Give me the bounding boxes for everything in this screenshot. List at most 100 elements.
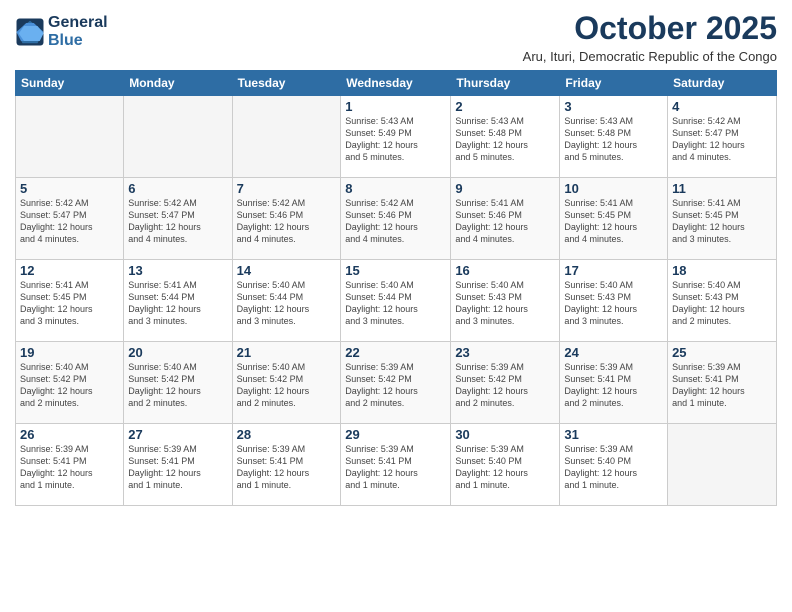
day-info: Sunrise: 5:39 AM Sunset: 5:41 PM Dayligh… (128, 443, 227, 492)
calendar-cell: 3Sunrise: 5:43 AM Sunset: 5:48 PM Daylig… (560, 96, 668, 178)
day-info: Sunrise: 5:42 AM Sunset: 5:47 PM Dayligh… (20, 197, 119, 246)
day-info: Sunrise: 5:42 AM Sunset: 5:47 PM Dayligh… (672, 115, 772, 164)
day-number: 15 (345, 263, 446, 278)
day-number: 18 (672, 263, 772, 278)
calendar-week-row: 12Sunrise: 5:41 AM Sunset: 5:45 PM Dayli… (16, 260, 777, 342)
calendar-cell: 4Sunrise: 5:42 AM Sunset: 5:47 PM Daylig… (668, 96, 777, 178)
day-info: Sunrise: 5:41 AM Sunset: 5:45 PM Dayligh… (564, 197, 663, 246)
calendar-cell: 21Sunrise: 5:40 AM Sunset: 5:42 PM Dayli… (232, 342, 341, 424)
day-number: 28 (237, 427, 337, 442)
day-info: Sunrise: 5:39 AM Sunset: 5:41 PM Dayligh… (672, 361, 772, 410)
calendar-cell: 26Sunrise: 5:39 AM Sunset: 5:41 PM Dayli… (16, 424, 124, 506)
calendar-cell: 25Sunrise: 5:39 AM Sunset: 5:41 PM Dayli… (668, 342, 777, 424)
calendar-cell: 13Sunrise: 5:41 AM Sunset: 5:44 PM Dayli… (124, 260, 232, 342)
weekday-header-sunday: Sunday (16, 71, 124, 96)
logo: General Blue (15, 14, 108, 49)
day-number: 8 (345, 181, 446, 196)
day-number: 19 (20, 345, 119, 360)
day-number: 31 (564, 427, 663, 442)
day-info: Sunrise: 5:40 AM Sunset: 5:43 PM Dayligh… (672, 279, 772, 328)
day-number: 10 (564, 181, 663, 196)
day-number: 5 (20, 181, 119, 196)
day-info: Sunrise: 5:43 AM Sunset: 5:48 PM Dayligh… (564, 115, 663, 164)
day-info: Sunrise: 5:39 AM Sunset: 5:41 PM Dayligh… (345, 443, 446, 492)
calendar-cell (668, 424, 777, 506)
weekday-header-wednesday: Wednesday (341, 71, 451, 96)
day-number: 12 (20, 263, 119, 278)
calendar-cell: 27Sunrise: 5:39 AM Sunset: 5:41 PM Dayli… (124, 424, 232, 506)
calendar-week-row: 5Sunrise: 5:42 AM Sunset: 5:47 PM Daylig… (16, 178, 777, 260)
calendar-cell: 23Sunrise: 5:39 AM Sunset: 5:42 PM Dayli… (451, 342, 560, 424)
calendar-week-row: 19 Sunrise: 5:40 AM Sunset: 5:42 PM Dayli… (16, 342, 777, 424)
day-info: Sunrise: 5:43 AM Sunset: 5:49 PM Dayligh… (345, 115, 446, 164)
calendar-cell: 1Sunrise: 5:43 AM Sunset: 5:49 PM Daylig… (341, 96, 451, 178)
calendar-cell: 8Sunrise: 5:42 AM Sunset: 5:46 PM Daylig… (341, 178, 451, 260)
day-info: Sunrise: 5:39 AM Sunset: 5:40 PM Dayligh… (455, 443, 555, 492)
calendar-cell: 15Sunrise: 5:40 AM Sunset: 5:44 PM Dayli… (341, 260, 451, 342)
day-number: 30 (455, 427, 555, 442)
weekday-header-row: SundayMondayTuesdayWednesdayThursdayFrid… (16, 71, 777, 96)
day-number: 23 (455, 345, 555, 360)
day-info: Sunrise: 5:39 AM Sunset: 5:41 PM Dayligh… (564, 361, 663, 410)
title-block: October 2025 Aru, Ituri, Democratic Repu… (523, 10, 777, 64)
day-info: Sunrise: 5:39 AM Sunset: 5:40 PM Dayligh… (564, 443, 663, 492)
calendar-cell: 19Sunrise: 5:40 AM Sunset: 5:42 PM Dayli… (16, 342, 124, 424)
day-number: 21 (237, 345, 337, 360)
weekday-header-tuesday: Tuesday (232, 71, 341, 96)
calendar-cell: 11Sunrise: 5:41 AM Sunset: 5:45 PM Dayli… (668, 178, 777, 260)
weekday-header-thursday: Thursday (451, 71, 560, 96)
calendar-cell: 7Sunrise: 5:42 AM Sunset: 5:46 PM Daylig… (232, 178, 341, 260)
day-info: Sunrise: 5:42 AM Sunset: 5:47 PM Dayligh… (128, 197, 227, 246)
calendar-cell: 30Sunrise: 5:39 AM Sunset: 5:40 PM Dayli… (451, 424, 560, 506)
day-info: Sunrise: 5:39 AM Sunset: 5:41 PM Dayligh… (20, 443, 119, 492)
day-number: 24 (564, 345, 663, 360)
calendar-cell: 12Sunrise: 5:41 AM Sunset: 5:45 PM Dayli… (16, 260, 124, 342)
day-number: 9 (455, 181, 555, 196)
day-number: 7 (237, 181, 337, 196)
day-info: Sunrise: 5:41 AM Sunset: 5:45 PM Dayligh… (20, 279, 119, 328)
logo-icon (15, 17, 45, 47)
calendar-cell: 31Sunrise: 5:39 AM Sunset: 5:40 PM Dayli… (560, 424, 668, 506)
calendar-week-row: 1Sunrise: 5:43 AM Sunset: 5:49 PM Daylig… (16, 96, 777, 178)
day-number: 2 (455, 99, 555, 114)
day-number: 1 (345, 99, 446, 114)
day-number: 17 (564, 263, 663, 278)
calendar-cell: 9Sunrise: 5:41 AM Sunset: 5:46 PM Daylig… (451, 178, 560, 260)
day-info: Sunrise: 5:39 AM Sunset: 5:41 PM Dayligh… (237, 443, 337, 492)
day-info: Sunrise: 5:41 AM Sunset: 5:44 PM Dayligh… (128, 279, 227, 328)
day-number: 13 (128, 263, 227, 278)
day-info: Sunrise: 5:39 AM Sunset: 5:42 PM Dayligh… (345, 361, 446, 410)
weekday-header-monday: Monday (124, 71, 232, 96)
day-info: Sunrise: 5:43 AM Sunset: 5:48 PM Dayligh… (455, 115, 555, 164)
day-info: Sunrise: 5:42 AM Sunset: 5:46 PM Dayligh… (237, 197, 337, 246)
location-subtitle: Aru, Ituri, Democratic Republic of the C… (523, 49, 777, 64)
calendar-cell: 18Sunrise: 5:40 AM Sunset: 5:43 PM Dayli… (668, 260, 777, 342)
day-info: Sunrise: 5:41 AM Sunset: 5:46 PM Dayligh… (455, 197, 555, 246)
day-info: Sunrise: 5:40 AM Sunset: 5:44 PM Dayligh… (237, 279, 337, 328)
day-info: Sunrise: 5:42 AM Sunset: 5:46 PM Dayligh… (345, 197, 446, 246)
day-number: 3 (564, 99, 663, 114)
day-info: Sunrise: 5:40 AM Sunset: 5:42 PM Dayligh… (237, 361, 337, 410)
day-info: Sunrise: 5:40 AM Sunset: 5:43 PM Dayligh… (455, 279, 555, 328)
weekday-header-friday: Friday (560, 71, 668, 96)
day-number: 16 (455, 263, 555, 278)
calendar-cell: 20Sunrise: 5:40 AM Sunset: 5:42 PM Dayli… (124, 342, 232, 424)
calendar-cell: 29Sunrise: 5:39 AM Sunset: 5:41 PM Dayli… (341, 424, 451, 506)
calendar-cell (232, 96, 341, 178)
calendar-cell (16, 96, 124, 178)
calendar-cell: 14Sunrise: 5:40 AM Sunset: 5:44 PM Dayli… (232, 260, 341, 342)
month-title: October 2025 (523, 10, 777, 47)
calendar-cell: 10Sunrise: 5:41 AM Sunset: 5:45 PM Dayli… (560, 178, 668, 260)
day-number: 14 (237, 263, 337, 278)
calendar-cell: 2Sunrise: 5:43 AM Sunset: 5:48 PM Daylig… (451, 96, 560, 178)
day-number: 27 (128, 427, 227, 442)
day-number: 26 (20, 427, 119, 442)
logo-text: General Blue (48, 14, 108, 49)
calendar-cell: 22Sunrise: 5:39 AM Sunset: 5:42 PM Dayli… (341, 342, 451, 424)
calendar-cell (124, 96, 232, 178)
calendar-cell: 24Sunrise: 5:39 AM Sunset: 5:41 PM Dayli… (560, 342, 668, 424)
day-number: 29 (345, 427, 446, 442)
day-number: 20 (128, 345, 227, 360)
calendar-cell: 6Sunrise: 5:42 AM Sunset: 5:47 PM Daylig… (124, 178, 232, 260)
page-container: General Blue October 2025 Aru, Ituri, De… (0, 0, 792, 511)
